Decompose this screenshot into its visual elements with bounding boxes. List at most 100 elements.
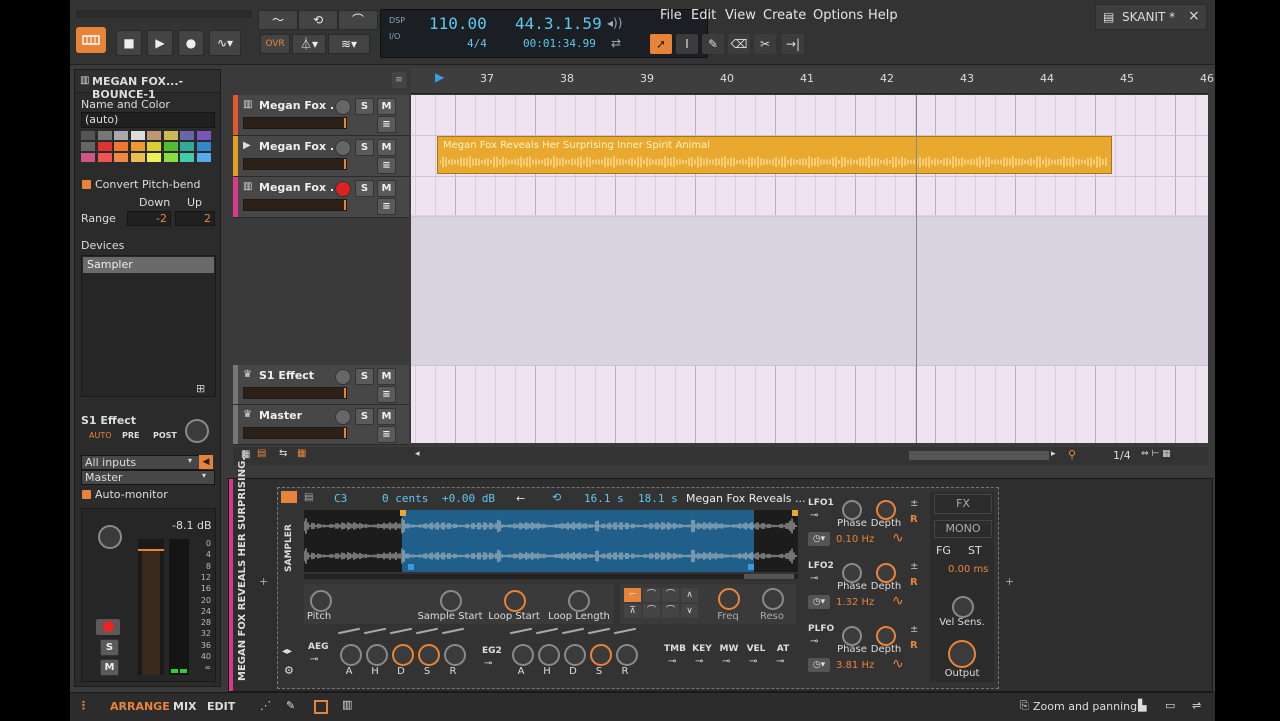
time-display[interactable]: 00:01:34.99 bbox=[523, 37, 596, 50]
mod-arrow-icon[interactable]: ⊸ bbox=[776, 656, 784, 667]
loop-start-knob[interactable] bbox=[504, 590, 526, 612]
lfo1-mode-select[interactable]: ◷▾ bbox=[808, 532, 830, 546]
record-arm-button[interactable] bbox=[96, 619, 120, 635]
plfo-mode-select[interactable]: ◷▾ bbox=[808, 658, 830, 672]
mod-arrow-icon[interactable]: ⊸ bbox=[695, 656, 703, 667]
color-swatch[interactable] bbox=[81, 142, 95, 151]
add-device-right-icon[interactable]: + bbox=[1005, 575, 1014, 588]
solo-button[interactable]: S bbox=[355, 139, 374, 156]
color-swatch[interactable] bbox=[196, 131, 211, 140]
mod-arrow-icon[interactable]: ⊸ bbox=[749, 656, 757, 667]
knife-tool-button[interactable]: ✂ bbox=[754, 34, 776, 54]
track-menu-icon[interactable]: ≡ bbox=[377, 386, 396, 403]
pencil-tool-button[interactable]: ✎ bbox=[702, 34, 724, 54]
aeg-curve-icon[interactable] bbox=[416, 627, 438, 635]
add-device-left-icon[interactable]: + bbox=[259, 575, 268, 588]
solo-button[interactable]: S bbox=[355, 368, 374, 385]
range-up-field[interactable]: 2 bbox=[175, 211, 215, 226]
color-swatch[interactable] bbox=[180, 131, 194, 140]
track-list-menu-icon[interactable]: ≡ bbox=[392, 72, 406, 88]
track-volume-fader[interactable] bbox=[243, 158, 347, 170]
record-arm-button[interactable] bbox=[335, 369, 351, 385]
aeg-curve-icon[interactable] bbox=[442, 627, 464, 635]
aeg-s-knob[interactable] bbox=[418, 644, 440, 666]
color-swatch[interactable] bbox=[130, 142, 145, 151]
arrange-area[interactable]: Megan Fox Reveals Her Surprising Inner S… bbox=[411, 95, 1208, 443]
lfo2-depth-knob[interactable] bbox=[876, 563, 896, 583]
filter-type-icon[interactable]: ⊼ bbox=[624, 604, 641, 618]
scroll-right-icon[interactable]: ▸ bbox=[1051, 449, 1056, 459]
plfo-rate[interactable]: 3.81 Hz bbox=[836, 660, 874, 671]
color-swatch[interactable] bbox=[130, 131, 145, 140]
aeg-h-knob[interactable] bbox=[366, 644, 388, 666]
track-menu-icon[interactable]: ≡ bbox=[377, 198, 396, 215]
color-swatch[interactable] bbox=[163, 142, 178, 151]
sample-start-knob[interactable] bbox=[440, 590, 462, 612]
aeg-curve-icon[interactable] bbox=[364, 627, 386, 635]
project-tab[interactable]: ▤ SKANIT * × bbox=[1095, 4, 1207, 30]
lfo1-retrigger-toggle[interactable]: R bbox=[910, 514, 918, 525]
loop-start-handle[interactable] bbox=[408, 564, 414, 570]
mix-view-button[interactable]: MIX bbox=[173, 700, 197, 713]
time-select-tool-button[interactable]: I bbox=[676, 34, 698, 54]
color-swatch[interactable] bbox=[196, 153, 211, 162]
filter-type-icon[interactable]: ⌐ bbox=[624, 588, 641, 602]
send-pre[interactable]: PRE bbox=[122, 431, 140, 440]
mod-arrow-icon[interactable]: ⊸ bbox=[722, 656, 730, 667]
freq-knob[interactable] bbox=[718, 588, 740, 610]
mod-arrow-icon[interactable]: ⊸ bbox=[668, 656, 676, 667]
eg2-curve-icon[interactable] bbox=[614, 627, 636, 635]
lfo1-waveform-icon[interactable]: ∿ bbox=[892, 530, 904, 546]
menu-view[interactable]: View bbox=[725, 8, 756, 23]
add-device-icon[interactable]: ⊞ bbox=[196, 382, 205, 395]
playhead-marker-icon[interactable]: ▶ bbox=[435, 70, 444, 84]
track-volume-fader[interactable] bbox=[243, 117, 347, 129]
end-marker-handle[interactable] bbox=[792, 510, 798, 516]
mute-button[interactable]: M bbox=[377, 180, 396, 197]
track-name-field[interactable]: (auto) bbox=[81, 112, 215, 128]
filter-type-icon[interactable]: ∨ bbox=[681, 604, 698, 618]
zoom-level[interactable]: 1/4 bbox=[1113, 449, 1131, 462]
speaker-icon[interactable]: ◂)) bbox=[607, 16, 622, 30]
input-select[interactable]: All inputs ▾ bbox=[81, 455, 201, 470]
menu-help[interactable]: Help bbox=[868, 8, 898, 23]
glide-time[interactable]: 0.00 ms bbox=[948, 564, 988, 575]
eg2-a-knob[interactable] bbox=[512, 644, 534, 666]
scroll-left-icon[interactable]: ◂ bbox=[415, 449, 420, 459]
pan-knob[interactable] bbox=[98, 525, 122, 549]
panel-left-icon[interactable]: ▙ bbox=[1138, 699, 1146, 712]
position-display[interactable]: 44.3.1.59 bbox=[515, 14, 602, 33]
plfo-waveform-icon[interactable]: ∿ bbox=[892, 656, 904, 672]
eg2-curve-icon[interactable] bbox=[588, 627, 610, 635]
swap-icon[interactable]: ⇆ bbox=[279, 448, 287, 459]
menu-options[interactable]: Options bbox=[813, 8, 863, 23]
send-level-knob[interactable] bbox=[185, 419, 209, 443]
volume-fader[interactable] bbox=[138, 539, 164, 675]
solo-button[interactable]: S bbox=[355, 408, 374, 425]
color-swatch[interactable] bbox=[147, 153, 161, 162]
color-swatch[interactable] bbox=[180, 153, 194, 162]
aeg-arrow-icon[interactable]: ⊸ bbox=[310, 654, 318, 665]
solo-button[interactable]: S bbox=[100, 639, 119, 656]
filter-type-grid[interactable]: ⌐ ⌒ ⌒ ∧ ⊼ ⌒ ⌒ ∨ bbox=[624, 588, 706, 620]
track-volume-fader[interactable] bbox=[243, 199, 347, 211]
groove-button[interactable]: ≋▾ bbox=[328, 34, 370, 54]
filter-type-icon[interactable]: ⌒ bbox=[662, 588, 679, 602]
plfo-depth-knob[interactable] bbox=[876, 626, 896, 646]
color-swatch[interactable] bbox=[180, 142, 194, 151]
fit-icon[interactable]: ⇔ ⊢ ▦ bbox=[1141, 449, 1171, 459]
loop-end-handle[interactable] bbox=[748, 564, 754, 570]
track-header[interactable]: ▶ Megan Fox ... S M ≡ bbox=[233, 136, 409, 177]
lfo2-waveform-icon[interactable]: ∿ bbox=[892, 593, 904, 609]
aeg-curve-icon[interactable] bbox=[390, 627, 412, 635]
record-arm-button[interactable] bbox=[335, 140, 351, 156]
aeg-r-knob[interactable] bbox=[444, 644, 466, 666]
automation-write-button[interactable]: ∿▾ bbox=[209, 30, 241, 56]
pitch-knob[interactable] bbox=[310, 590, 332, 612]
mono-button[interactable]: MONO bbox=[934, 520, 992, 538]
record-arm-button[interactable] bbox=[335, 409, 351, 425]
play-button[interactable]: ▶ bbox=[147, 30, 173, 56]
close-icon[interactable]: × bbox=[1188, 8, 1200, 24]
color-swatch[interactable] bbox=[114, 153, 128, 162]
menu-edit[interactable]: Edit bbox=[691, 8, 716, 23]
